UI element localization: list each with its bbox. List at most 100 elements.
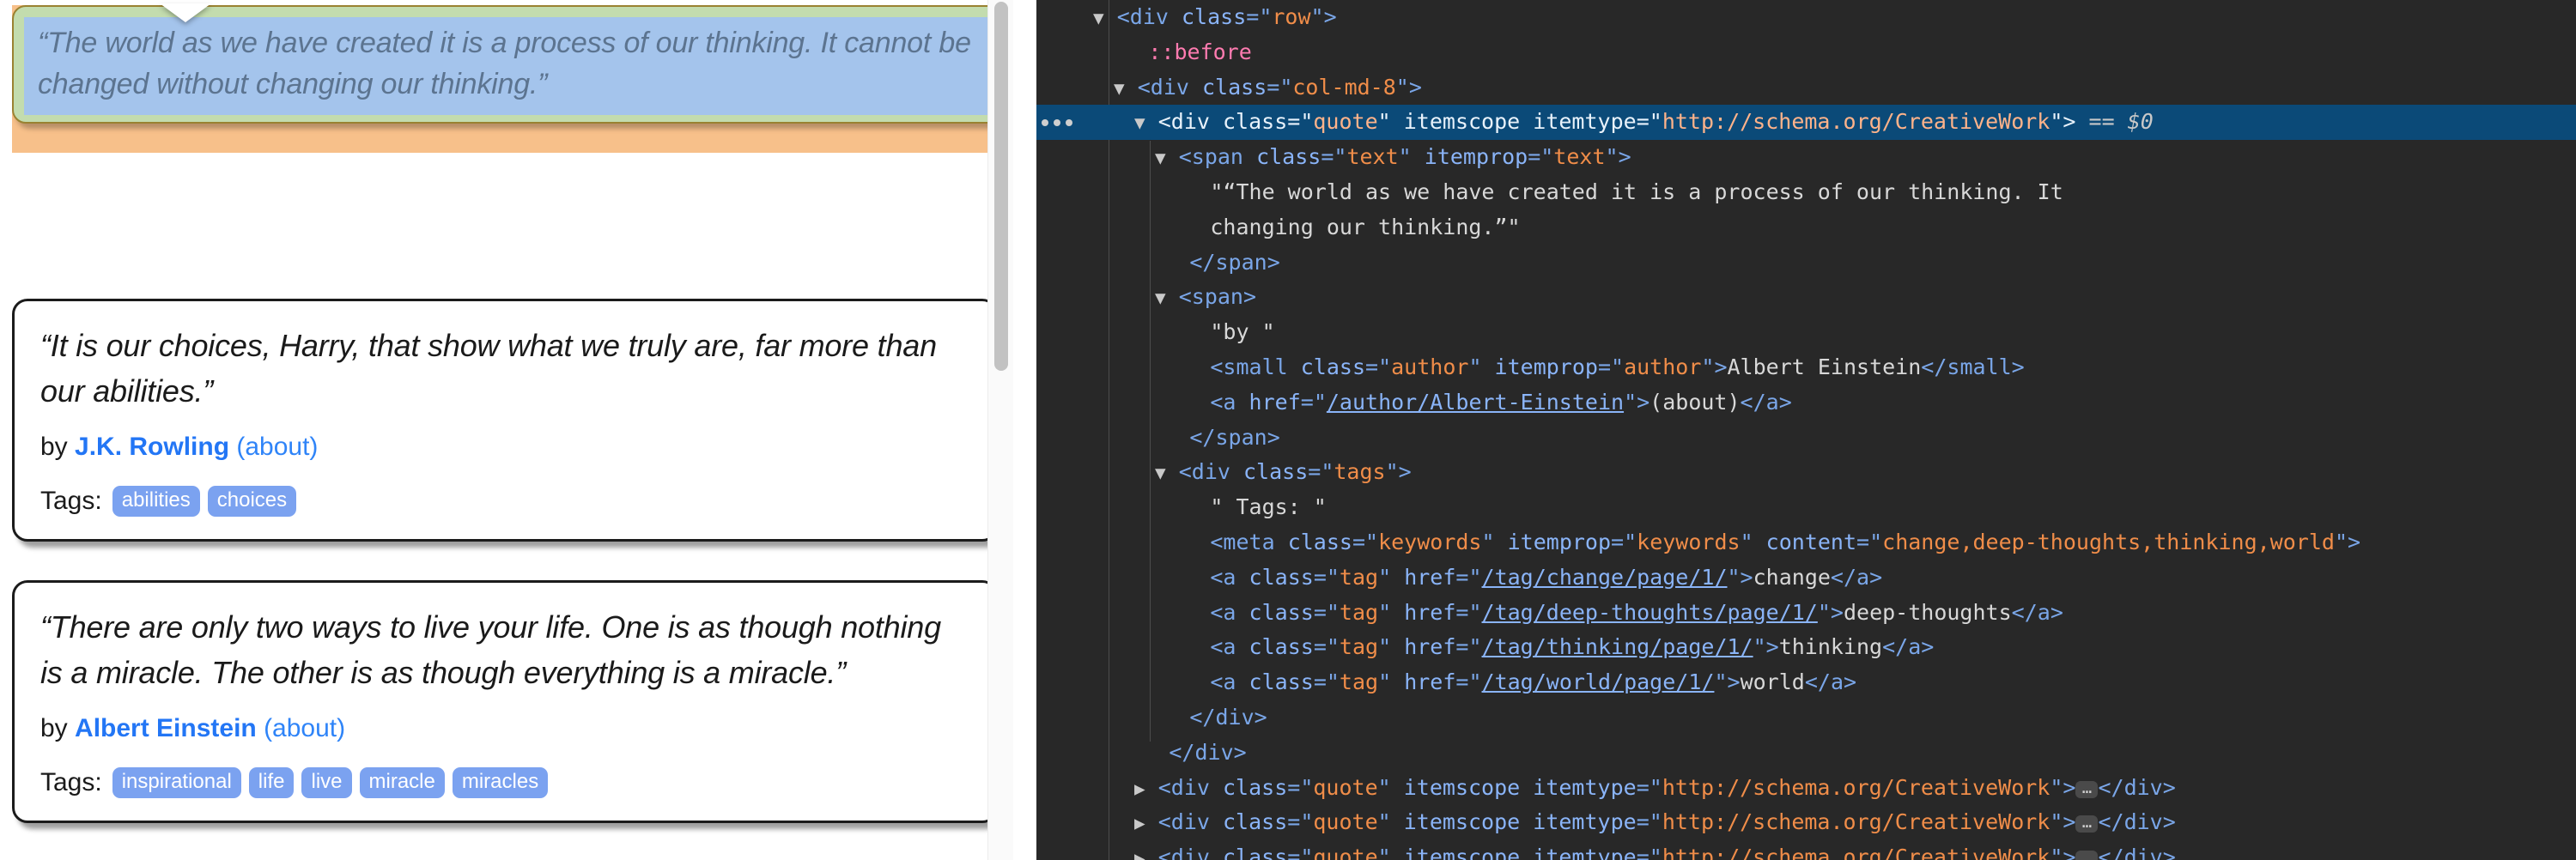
code-sp <box>1210 109 1223 134</box>
code-link[interactable]: /tag/change/page/1/ <box>1482 565 1728 590</box>
dom-node-row[interactable]: ▼ <span class="text" itemprop="text"> <box>1036 140 2576 175</box>
dom-node-row[interactable]: ▼ <div class="tags"> <box>1036 455 2576 490</box>
code-punct: =" <box>1455 564 1482 590</box>
dom-node-row[interactable]: "“The world as we have created it is a p… <box>1036 175 2576 210</box>
collapsed-children-icon[interactable]: … <box>2075 779 2099 798</box>
twisty-gap <box>1197 354 1210 379</box>
dom-node-row[interactable]: "by " <box>1036 315 2576 350</box>
dom-node-row[interactable]: ▶ <div class="quote" itemscope itemtype=… <box>1036 771 2576 806</box>
code-punct: =" <box>1455 599 1482 625</box>
code-link[interactable]: /tag/thinking/page/1/ <box>1482 634 1753 659</box>
dom-tree[interactable]: ▼ <div class="row"> ::before ▼ <div class… <box>1036 0 2576 860</box>
code-sp <box>1169 4 1182 29</box>
expand-triangle-closed-icon[interactable]: ▶ <box>1134 848 1145 860</box>
quote-card[interactable]: “There are only two ways to live your li… <box>12 580 998 824</box>
twisty-placeholder <box>1176 568 1197 589</box>
collapsed-children-icon[interactable]: … <box>2075 815 2099 833</box>
twisty-gap <box>1145 775 1158 800</box>
dom-node-row[interactable]: <a class="tag" href="/tag/world/page/1/"… <box>1036 665 2576 700</box>
expand-triangle-open-icon[interactable]: ▼ <box>1114 78 1125 99</box>
code-tag: div <box>1170 809 1210 835</box>
code-link[interactable]: /tag/world/page/1/ <box>1482 669 1715 694</box>
tag-link[interactable]: miracle <box>359 767 445 799</box>
page-scrollbar-track[interactable] <box>987 0 1013 860</box>
author-about-link[interactable]: (about) <box>257 714 345 742</box>
author-about-link[interactable]: (about) <box>229 433 318 461</box>
code-punct: " <box>1378 669 1405 695</box>
dom-node-row[interactable]: ▼ <div class="col-md-8"> <box>1036 70 2576 106</box>
code-punct: > <box>1778 389 1792 415</box>
code-punct: </ <box>1882 634 1909 660</box>
code-tag: a <box>1223 564 1236 590</box>
dom-node-row[interactable]: ▶ <div class="quote" itemscope itemtype=… <box>1036 840 2576 860</box>
code-punct: "> <box>2050 109 2089 135</box>
code-attrname: href <box>1249 389 1301 415</box>
quote-author: J.K. Rowling <box>75 433 230 462</box>
code-punct: < <box>1210 389 1224 415</box>
expand-triangle-closed-icon[interactable]: ▶ <box>1134 778 1145 799</box>
dom-node-row[interactable]: </span> <box>1036 421 2576 456</box>
code-tag: div <box>1215 704 1255 730</box>
dom-node-row[interactable]: ▼ <span> <box>1036 280 2576 315</box>
dom-node-row[interactable]: <meta class="keywords" itemprop="keyword… <box>1036 525 2576 560</box>
code-attrname: itemprop <box>1424 144 1528 170</box>
expand-triangle-open-icon[interactable]: ▼ <box>1155 288 1166 308</box>
tag-link[interactable]: choices <box>207 486 297 518</box>
tag-link[interactable]: life <box>248 767 295 799</box>
code-link[interactable]: /tag/deep-thoughts/page/1/ <box>1482 600 1818 625</box>
code-punct: =" <box>1528 144 1554 170</box>
tag-link[interactable]: abilities <box>112 486 200 518</box>
quote-card[interactable]: “It is our choices, Harry, that show wha… <box>12 299 998 542</box>
dom-node-row[interactable]: </span> <box>1036 245 2576 281</box>
code-attrval: http://schema.org/CreativeWork <box>1662 809 2050 835</box>
expand-triangle-open-icon[interactable]: ▼ <box>1155 463 1166 483</box>
dom-node-row[interactable]: <small class="author" itemprop="author">… <box>1036 350 2576 385</box>
expand-triangle-closed-icon[interactable]: ▶ <box>1134 813 1145 833</box>
code-sp <box>1275 530 1288 554</box>
code-punct: =" <box>1267 74 1293 100</box>
page-scrollbar-thumb[interactable] <box>994 2 1008 371</box>
more-options-icon[interactable] <box>1040 116 1074 130</box>
code-punct: "> <box>1727 564 1753 590</box>
dom-node-row[interactable]: </div> <box>1036 736 2576 771</box>
code-tag: a <box>1830 669 1844 695</box>
code-punct: =" <box>1856 529 1883 554</box>
code-link[interactable]: /author/Albert-Einstein <box>1327 390 1624 415</box>
expand-triangle-open-icon[interactable]: ▼ <box>1093 8 1104 28</box>
code-punct: =" <box>1313 599 1340 625</box>
code-punct: " <box>1468 354 1495 379</box>
code-punct: =" <box>1246 4 1273 29</box>
code-punct: " <box>1377 845 1404 860</box>
code-sp <box>1236 565 1249 590</box>
dom-node-row[interactable]: ▼ <div class="row"> <box>1036 0 2576 35</box>
dom-node-row[interactable]: <a href="/author/Albert-Einstein">(about… <box>1036 385 2576 421</box>
code-attrval: author <box>1624 354 1702 379</box>
devtools-elements-panel[interactable]: ▼ <div class="row"> ::before ▼ <div class… <box>1036 0 2576 860</box>
dom-node-row[interactable]: </div> <box>1036 700 2576 736</box>
collapsed-children-icon[interactable]: … <box>2075 850 2099 860</box>
dom-node-row[interactable]: ▶ <div class="quote" itemscope itemtype=… <box>1036 805 2576 840</box>
code-attrval: text <box>1553 144 1606 170</box>
dom-node-row[interactable]: ::before <box>1036 35 2576 70</box>
tag-link[interactable]: inspirational <box>112 767 241 799</box>
code-attrname: class <box>1300 354 1366 379</box>
quote-byline: by J.K. Rowling (about) <box>40 433 969 462</box>
code-punct: < <box>1116 4 1130 29</box>
expand-triangle-open-icon[interactable]: ▼ <box>1134 112 1145 133</box>
expand-triangle-open-icon[interactable]: ▼ <box>1155 148 1166 168</box>
dom-node-row[interactable]: <a class="tag" href="/tag/deep-thoughts/… <box>1036 596 2576 631</box>
code-tag: a <box>1223 389 1236 415</box>
dom-node-row-selected[interactable]: ▼ <div class="quote" itemscope itemtype=… <box>1036 105 2576 141</box>
code-punct: </ <box>1189 249 1216 275</box>
code-punct: =" <box>1308 459 1334 485</box>
inspected-quote-card[interactable]: “The world as we have created it is a pr… <box>24 17 1000 115</box>
tag-link[interactable]: miracles <box>452 767 549 799</box>
dom-node-row[interactable]: <a class="tag" href="/tag/change/page/1/… <box>1036 560 2576 596</box>
code-attrval: http://schema.org/CreativeWork <box>1662 774 2050 800</box>
twisty-placeholder <box>1176 498 1197 518</box>
tag-link[interactable]: live <box>301 767 352 799</box>
dom-node-row[interactable]: " Tags: " <box>1036 490 2576 525</box>
dom-node-row[interactable]: changing our thinking.”" <box>1036 210 2576 245</box>
dom-node-row[interactable]: <a class="tag" href="/tag/thinking/page/… <box>1036 630 2576 665</box>
code-sp <box>1236 390 1249 415</box>
